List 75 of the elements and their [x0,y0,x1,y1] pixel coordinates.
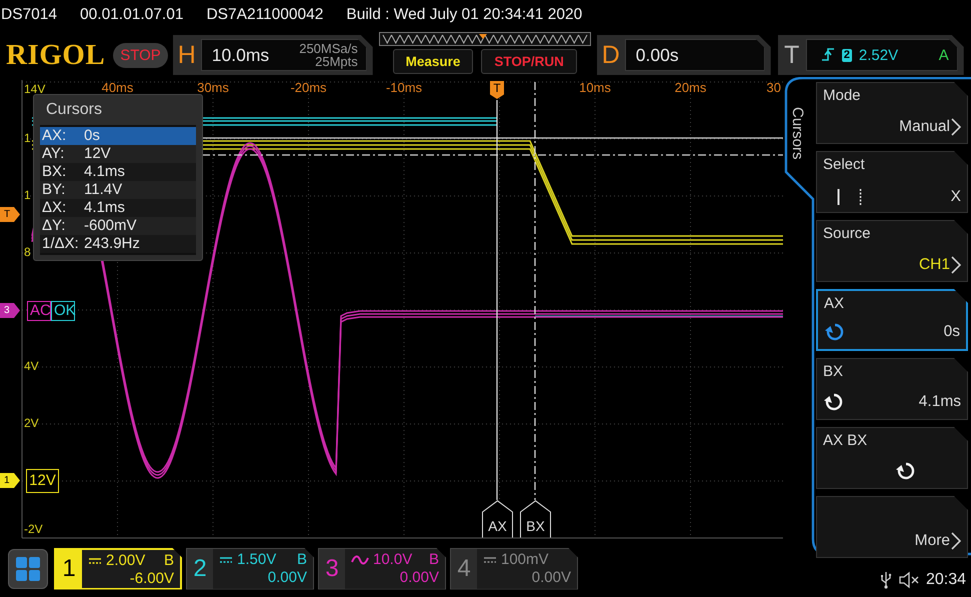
info-text: Build : Wed July 01 20:34:41 2020 [346,6,582,24]
run-state-badge: STOP [113,42,168,68]
time-axis-label: 20ms [674,81,706,94]
clock-time: 20:34 [926,570,966,588]
menu-item-label: Mode [823,87,862,104]
channel-number: 1 [56,550,82,588]
trigger-level: 2.52V [858,46,898,64]
trigger-sweep-mode: A [938,46,949,64]
voltage-axis-label: 1 [24,132,31,145]
menu-item-value: More [914,532,950,550]
time-axis-label: -20ms [290,81,327,94]
channel-offset: -6.00V [130,570,174,588]
time-axis-label: -10ms [386,81,422,94]
channel-number: 4 [451,548,477,588]
menu-item-label: Select [823,156,866,173]
info-text: DS7014 [1,6,58,24]
voltage-axis-label: 2V [24,417,39,430]
channel-offset: 0.00V [532,568,571,586]
menu-item-value: CH1 [918,256,950,274]
status-tag: AC [27,301,51,321]
readout-value: 243.9Hz [84,235,140,253]
sample-rate: 250MSa/s [299,42,358,55]
readout-value: 12V [84,145,111,163]
voltage-axis-label: 8 [24,246,31,259]
bandwidth-limit: B [428,550,439,568]
trigger-source-badge: 2 [842,48,852,62]
voltage-axis-label: -2V [24,523,43,536]
channel-offset: 0.00V [268,568,307,586]
horizontal-letter: H [176,40,197,70]
channel-number: 3 [319,548,345,588]
voltage-axis-label: 14V [24,83,46,96]
info-text: 00.01.01.07.01 [80,6,184,24]
channel-scale: 100mV [501,550,549,568]
readout-label: BY: [42,181,66,199]
readout-label: ΔX: [42,199,68,217]
menu-item-value: X [950,188,961,206]
menu-item-label: AX BX [823,432,868,449]
time-axis-label: 10ms [579,81,611,94]
readout-value: -600mV [84,217,137,235]
voltage-axis-label: 1 [24,189,31,202]
channel-scale: 1.50V [237,550,276,568]
readout-value: 4.1ms [84,199,125,217]
readout-label: 1/ΔX: [42,235,80,253]
readout-label: AX: [42,127,68,145]
panel-title: Cursors [45,100,104,120]
bandwidth-limit: B [164,552,174,570]
menu-item-value: 4.1ms [918,393,961,411]
memory-depth: 25Mpts [315,55,358,68]
info-text: DS7A211000042 [206,6,324,24]
logo: RIGOL [5,38,106,72]
channel-scale: 10.0V [373,550,412,568]
trigger-letter: T [783,40,800,70]
menu-item-label: BX [823,363,844,380]
delay-value: 0.00s [624,39,765,71]
menu-item-value: 0s [944,323,960,341]
menu-item-label: AX [824,295,846,312]
readout-value: 0s [84,127,100,145]
time-axis-label: 30 [766,81,781,94]
timebase-value: 10.0ms [212,44,270,66]
time-axis-label: 40ms [102,81,134,94]
readout-value: 4.1ms [84,163,125,181]
channel-number: 2 [187,548,213,588]
readout-value: 11.4V [84,181,122,199]
readout-label: AY: [42,145,66,163]
channel-offset: 0.00V [400,568,439,586]
menu-item-value: Manual [899,118,950,136]
level-tag: 12V [26,469,59,493]
menu-item-label: Source [823,225,872,242]
time-axis-label: 30ms [197,81,229,94]
readout-label: ΔY: [42,217,66,235]
readout-label: BX: [42,163,68,181]
bandwidth-limit: B [296,550,307,568]
channel-scale: 2.00V [106,552,146,570]
voltage-axis-label: 4V [24,360,39,373]
delay-letter: D [600,40,621,70]
